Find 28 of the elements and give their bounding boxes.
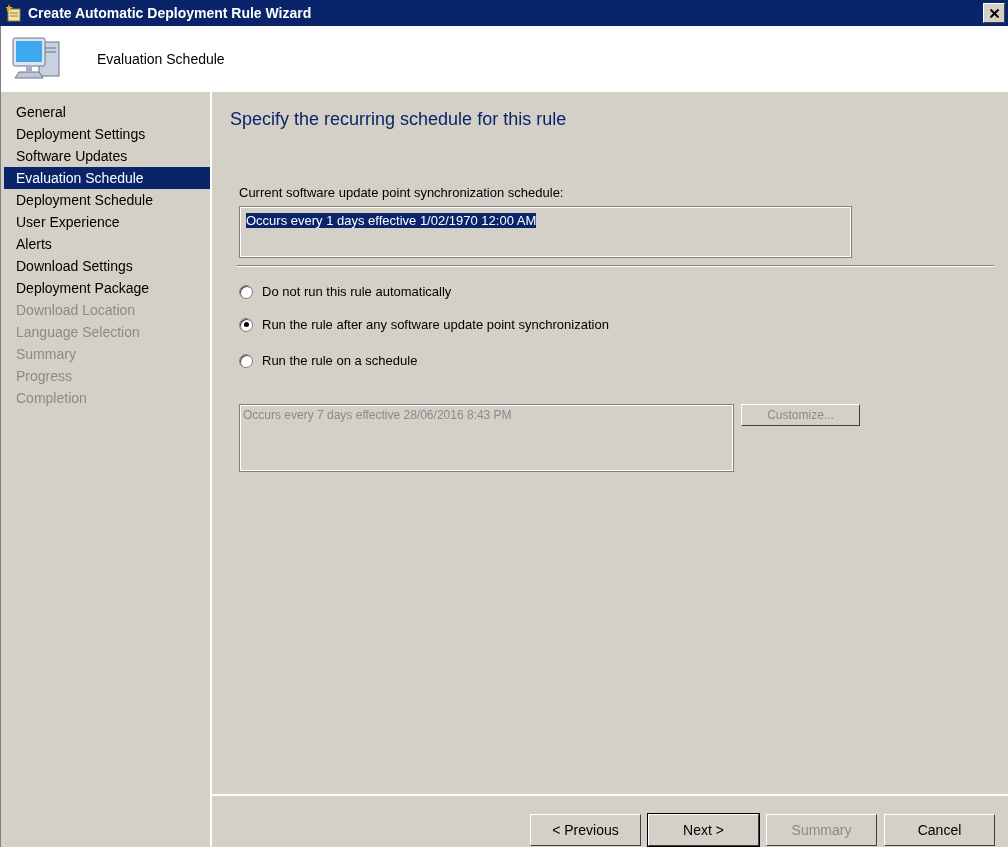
option-label[interactable]: Run the rule after any software update point synchronization <box>262 317 609 332</box>
computer-icon <box>11 36 63 82</box>
wizard-icon <box>6 4 22 22</box>
radio-button[interactable] <box>239 284 253 299</box>
cancel-button[interactable]: Cancel <box>884 814 995 846</box>
step-item[interactable]: Software Updates <box>4 145 210 167</box>
schedule-field[interactable]: Occurs every 1 days effective 1/02/1970 12:00 AM <box>239 206 852 258</box>
radio-button[interactable] <box>239 317 253 332</box>
step-item[interactable]: Download Settings <box>4 255 210 277</box>
step-item[interactable]: Deployment Settings <box>4 123 210 145</box>
page-title: Evaluation Schedule <box>97 51 225 67</box>
option-label[interactable]: Do not run this rule automatically <box>262 284 452 299</box>
field-label: Current software update point synchronization schedule: <box>239 185 565 200</box>
step-item[interactable]: User Experience <box>4 211 210 233</box>
step-item[interactable]: Deployment Package <box>4 277 210 299</box>
previous-button[interactable]: < Previous <box>530 814 641 846</box>
option-label[interactable]: Run the rule on a schedule <box>262 353 418 368</box>
close-icon <box>989 8 999 18</box>
close-button[interactable] <box>983 3 1005 23</box>
next-button[interactable]: Next > <box>648 814 759 846</box>
step-item[interactable]: Alerts <box>4 233 210 255</box>
window-title: Create Automatic Deployment Rule Wizard <box>28 5 312 21</box>
step-item[interactable]: Evaluation Schedule <box>4 167 210 189</box>
step-item[interactable]: General <box>4 101 210 123</box>
step-item[interactable]: Deployment Schedule <box>4 189 210 211</box>
section-heading: Specify the recurring schedule for this rule <box>230 109 568 130</box>
radio-button[interactable] <box>239 353 253 368</box>
selected-text: Occurs every 1 days effective 1/02/1970 12:00 AM <box>246 213 537 228</box>
